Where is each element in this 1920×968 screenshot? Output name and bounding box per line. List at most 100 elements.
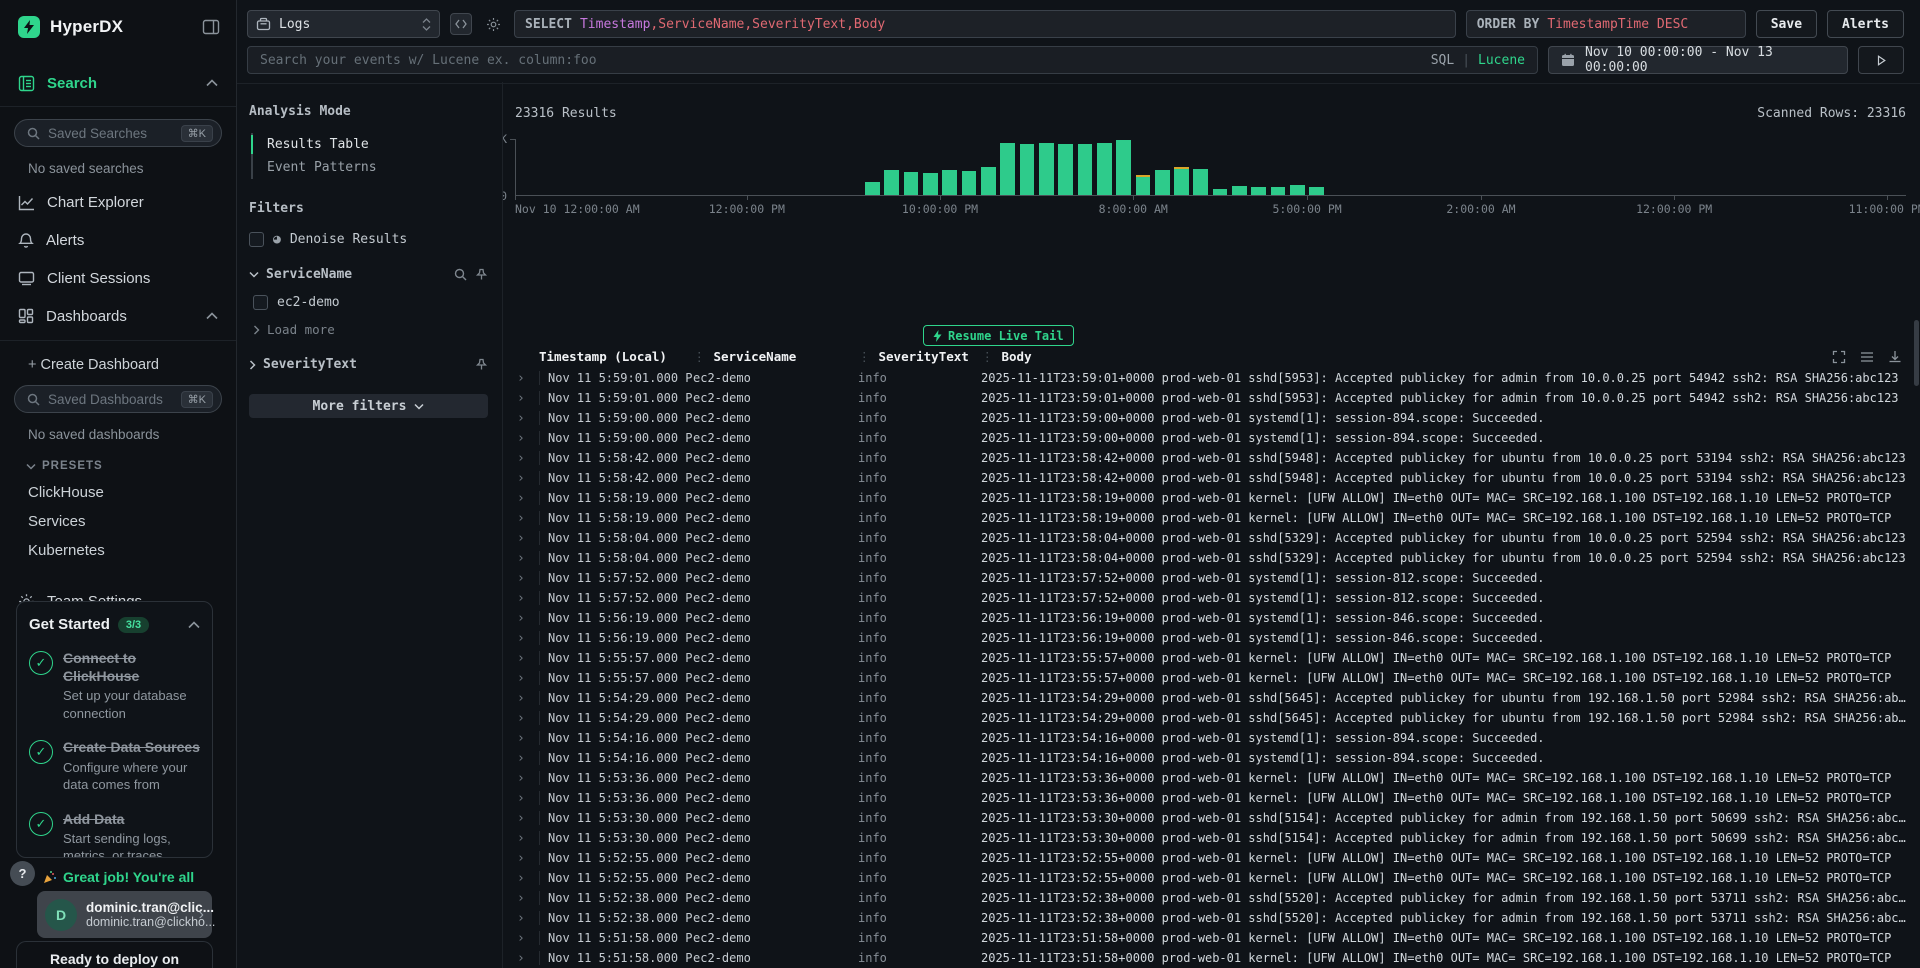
resume-live-tail-button[interactable]: Resume Live Tail xyxy=(923,325,1074,346)
row-expand-chevron-icon[interactable]: › xyxy=(513,571,539,586)
histogram-bar[interactable] xyxy=(1078,144,1093,195)
row-expand-chevron-icon[interactable]: › xyxy=(513,391,539,406)
drag-handle-icon[interactable]: ⋮ xyxy=(693,349,706,364)
lang-sql-option[interactable]: SQL xyxy=(1431,53,1454,68)
histogram-bar[interactable] xyxy=(981,167,996,195)
get-started-step[interactable]: ✓ Add Data Start sending logs, metrics, … xyxy=(29,810,200,858)
histogram-bar[interactable] xyxy=(1097,143,1112,195)
histogram-bar[interactable] xyxy=(1155,170,1170,196)
tab-results-table[interactable]: Results Table xyxy=(253,133,488,156)
histogram-bar[interactable] xyxy=(1000,143,1015,195)
histogram-bar[interactable] xyxy=(1039,143,1054,195)
table-row[interactable]: ›Nov 11 5:55:57.000 PMec2-demoinfo2025-1… xyxy=(513,648,1914,668)
select-columns-input[interactable]: SELECT Timestamp,ServiceName,SeverityTex… xyxy=(514,10,1456,38)
table-row[interactable]: ›Nov 11 5:59:01.000 PMec2-demoinfo2025-1… xyxy=(513,368,1914,388)
histogram-bar[interactable] xyxy=(865,182,880,195)
histogram-bar[interactable] xyxy=(1058,144,1073,195)
source-select[interactable]: Logs xyxy=(247,10,440,38)
table-row[interactable]: ›Nov 11 5:58:19.000 PMec2-demoinfo2025-1… xyxy=(513,508,1914,528)
row-expand-chevron-icon[interactable]: › xyxy=(513,911,539,926)
histogram-bar[interactable] xyxy=(962,171,977,195)
col-header-body[interactable]: ⋮Body xyxy=(981,349,1810,364)
row-expand-chevron-icon[interactable]: › xyxy=(513,531,539,546)
row-expand-chevron-icon[interactable]: › xyxy=(513,651,539,666)
histogram-bar[interactable] xyxy=(1271,187,1286,195)
histogram-bar[interactable] xyxy=(1251,187,1266,195)
histogram-bar[interactable] xyxy=(1213,189,1228,195)
histogram-bar[interactable] xyxy=(1193,169,1208,195)
tab-event-patterns[interactable]: Event Patterns xyxy=(253,156,488,179)
chevron-up-icon[interactable] xyxy=(206,79,218,87)
col-header-servicename[interactable]: ⋮ServiceName xyxy=(693,349,858,364)
table-row[interactable]: ›Nov 11 5:59:00.000 PMec2-demoinfo2025-1… xyxy=(513,428,1914,448)
table-row[interactable]: ›Nov 11 5:58:19.000 PMec2-demoinfo2025-1… xyxy=(513,488,1914,508)
histogram-bar[interactable] xyxy=(1116,140,1131,195)
row-expand-chevron-icon[interactable]: › xyxy=(513,451,539,466)
saved-searches-input[interactable]: Saved Searches ⌘K xyxy=(14,119,222,147)
denoise-results-option[interactable]: ◕ Denoise Results xyxy=(249,232,488,247)
pin-icon[interactable] xyxy=(475,268,488,281)
row-expand-chevron-icon[interactable]: › xyxy=(513,931,539,946)
ec2-demo-checkbox[interactable] xyxy=(253,295,268,310)
row-expand-chevron-icon[interactable]: › xyxy=(513,611,539,626)
row-expand-chevron-icon[interactable]: › xyxy=(513,731,539,746)
user-menu[interactable]: D dominic.tran@clic... dominic.tran@clic… xyxy=(37,891,212,938)
table-row[interactable]: ›Nov 11 5:59:00.000 PMec2-demoinfo2025-1… xyxy=(513,408,1914,428)
histogram-bar[interactable] xyxy=(942,170,957,195)
code-view-button[interactable] xyxy=(450,13,472,35)
table-row[interactable]: ›Nov 11 5:53:36.000 PMec2-demoinfo2025-1… xyxy=(513,768,1914,788)
table-row[interactable]: ›Nov 11 5:52:55.000 PMec2-demoinfo2025-1… xyxy=(513,848,1914,868)
histogram-bar[interactable] xyxy=(904,172,919,195)
preset-kubernetes[interactable]: Kubernetes xyxy=(0,542,236,559)
sidebar-item-client-sessions[interactable]: Client Sessions xyxy=(0,266,236,290)
row-expand-chevron-icon[interactable]: › xyxy=(513,551,539,566)
table-row[interactable]: ›Nov 11 5:58:42.000 PMec2-demoinfo2025-1… xyxy=(513,468,1914,488)
download-icon[interactable] xyxy=(1886,348,1904,366)
table-row[interactable]: ›Nov 11 5:53:30.000 PMec2-demoinfo2025-1… xyxy=(513,828,1914,848)
drag-handle-icon[interactable]: ⋮ xyxy=(981,349,994,364)
sidebar-item-alerts[interactable]: Alerts xyxy=(0,228,236,252)
run-query-button[interactable] xyxy=(1858,46,1904,74)
get-started-step[interactable]: ✓ Connect to ClickHouse Set up your data… xyxy=(29,649,200,722)
alerts-button[interactable]: Alerts xyxy=(1827,10,1904,38)
row-expand-chevron-icon[interactable]: › xyxy=(513,411,539,426)
row-density-icon[interactable] xyxy=(1858,348,1876,366)
sidebar-item-search[interactable]: Search xyxy=(0,70,236,96)
row-expand-chevron-icon[interactable]: › xyxy=(513,811,539,826)
histogram-bar[interactable] xyxy=(923,173,938,195)
scrollbar-thumb[interactable] xyxy=(1914,320,1919,386)
col-header-severitytext[interactable]: ⋮SeverityText xyxy=(858,349,981,364)
histogram-bar[interactable] xyxy=(1020,144,1035,195)
table-row[interactable]: ›Nov 11 5:54:16.000 PMec2-demoinfo2025-1… xyxy=(513,748,1914,768)
table-row[interactable]: ›Nov 11 5:55:57.000 PMec2-demoinfo2025-1… xyxy=(513,668,1914,688)
table-row[interactable]: ›Nov 11 5:58:04.000 PMec2-demoinfo2025-1… xyxy=(513,548,1914,568)
chevron-up-icon[interactable] xyxy=(206,312,218,320)
help-button[interactable]: ? xyxy=(10,861,35,886)
table-row[interactable]: ›Nov 11 5:52:38.000 PMec2-demoinfo2025-1… xyxy=(513,908,1914,928)
row-expand-chevron-icon[interactable]: › xyxy=(513,511,539,526)
table-row[interactable]: ›Nov 11 5:56:19.000 PMec2-demoinfo2025-1… xyxy=(513,628,1914,648)
order-by-input[interactable]: ORDER BY TimestampTime DESC xyxy=(1466,10,1746,38)
histogram-bar[interactable] xyxy=(884,170,899,195)
row-expand-chevron-icon[interactable]: › xyxy=(513,691,539,706)
search-input[interactable] xyxy=(260,53,1421,68)
source-settings-gear-icon[interactable] xyxy=(482,13,504,35)
row-expand-chevron-icon[interactable]: › xyxy=(513,671,539,686)
table-row[interactable]: ›Nov 11 5:52:38.000 PMec2-demoinfo2025-1… xyxy=(513,888,1914,908)
histogram-bar[interactable] xyxy=(1174,167,1189,195)
table-row[interactable]: ›Nov 11 5:54:16.000 PMec2-demoinfo2025-1… xyxy=(513,728,1914,748)
date-range-picker[interactable]: Nov 10 00:00:00 - Nov 13 00:00:00 xyxy=(1548,46,1848,74)
get-started-step[interactable]: ✓ Create Data Sources Configure where yo… xyxy=(29,738,200,793)
row-expand-chevron-icon[interactable]: › xyxy=(513,831,539,846)
search-icon[interactable] xyxy=(454,268,467,281)
row-expand-chevron-icon[interactable]: › xyxy=(513,431,539,446)
histogram-bar[interactable] xyxy=(1290,185,1305,195)
row-expand-chevron-icon[interactable]: › xyxy=(513,951,539,966)
chevron-up-icon[interactable] xyxy=(188,621,200,629)
row-expand-chevron-icon[interactable]: › xyxy=(513,751,539,766)
filter-group-servicename[interactable]: ServiceName xyxy=(249,267,488,282)
row-expand-chevron-icon[interactable]: › xyxy=(513,791,539,806)
table-row[interactable]: ›Nov 11 5:54:29.000 PMec2-demoinfo2025-1… xyxy=(513,688,1914,708)
preset-services[interactable]: Services xyxy=(0,513,236,530)
deploy-banner[interactable]: Ready to deploy on xyxy=(16,941,213,968)
